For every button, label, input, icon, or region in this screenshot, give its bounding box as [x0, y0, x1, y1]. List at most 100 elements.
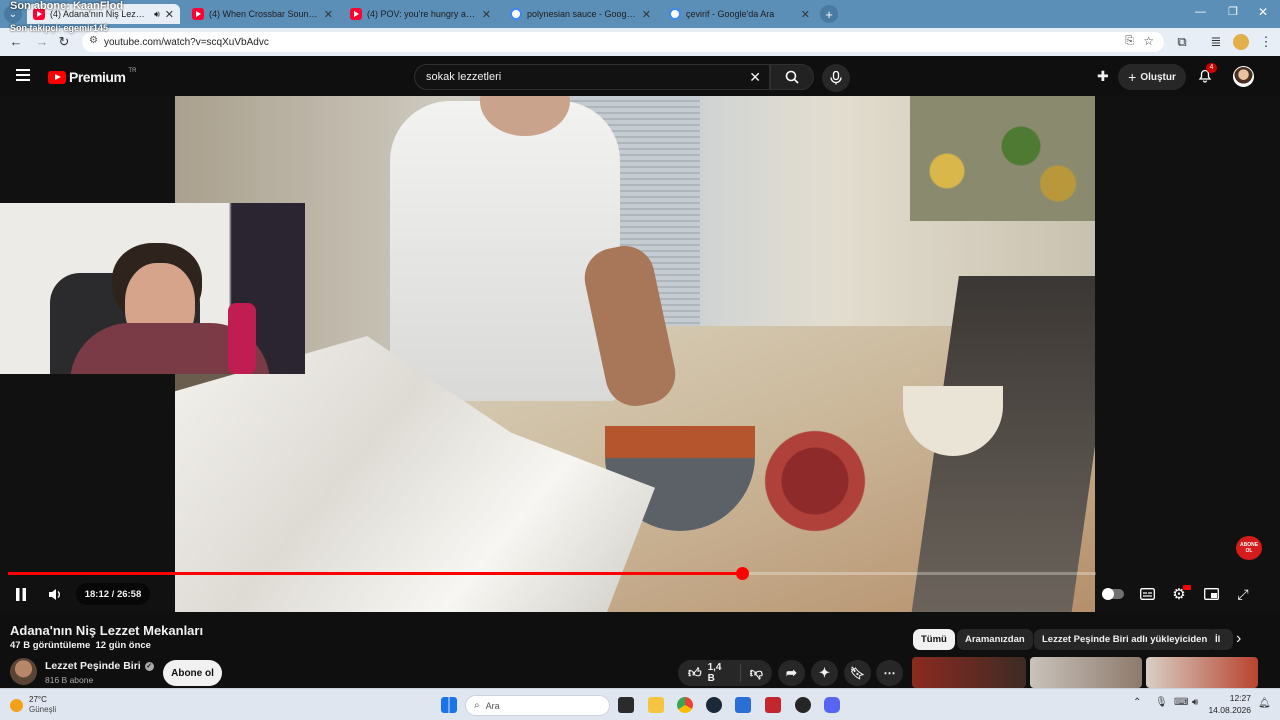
youtube-logo[interactable]: Premium TR: [48, 68, 137, 85]
microphone-icon: [830, 71, 842, 85]
fullscreen-button[interactable]: ⤢: [1231, 583, 1255, 605]
filter-chip[interactable]: Tümü: [913, 629, 955, 650]
dislike-button[interactable]: 👎︎: [741, 665, 772, 681]
filter-chip[interactable]: Lezzet Peşinde Biri adlı yükleyiciden: [1034, 629, 1216, 650]
extensions-icon[interactable]: ⧉: [1174, 34, 1190, 50]
browser-tab[interactable]: polynesian sauce - Google'da Ara ✕: [504, 4, 657, 24]
premium-lite-icon[interactable]: ✚: [1097, 68, 1109, 85]
pause-button[interactable]: [9, 583, 33, 605]
chrome-icon[interactable]: [677, 697, 693, 713]
close-tab-icon[interactable]: ✕: [165, 8, 174, 21]
clock-date[interactable]: 14.08.2026: [1207, 705, 1251, 715]
new-tab-button[interactable]: +: [820, 5, 838, 23]
reload-icon[interactable]: ↻: [56, 34, 72, 50]
recorder-icon[interactable]: [765, 697, 781, 713]
store-icon[interactable]: [735, 697, 751, 713]
save-button[interactable]: 🔖︎: [844, 660, 871, 686]
browser-tab[interactable]: (4) When Crossbar Sounds Bett ✕: [186, 4, 339, 24]
search-button[interactable]: [770, 64, 814, 90]
search-icon: ⌕: [474, 700, 480, 711]
search-icon: [785, 70, 799, 84]
notifications-button[interactable]: 4: [1197, 63, 1217, 83]
progress-played: [8, 572, 742, 575]
site-info-icon[interactable]: ⚙: [89, 35, 98, 46]
search-input[interactable]: sokak lezzetleri ✕: [414, 64, 770, 90]
autoplay-toggle[interactable]: [1101, 583, 1125, 605]
browser-tab[interactable]: (4) POV: you're hungry at 2am ✕: [344, 4, 497, 24]
channel-avatar[interactable]: [10, 658, 37, 685]
account-avatar[interactable]: [1233, 66, 1254, 87]
region-code: TR: [128, 68, 137, 74]
miniplayer-button[interactable]: [1199, 583, 1223, 605]
create-label: Oluştur: [1140, 71, 1176, 83]
settings-button[interactable]: ⚙: [1167, 583, 1191, 605]
share-button[interactable]: ➦: [778, 660, 805, 686]
install-app-icon[interactable]: ⎘: [1125, 35, 1134, 48]
sparkle-icon: ✦: [819, 665, 830, 680]
back-arrow-icon[interactable]: ←: [8, 34, 24, 49]
like-dislike-group: 👍︎ 1,4 B 👎︎: [678, 660, 772, 686]
obs-icon[interactable]: [795, 697, 811, 713]
profile-avatar[interactable]: [1233, 34, 1249, 50]
clock-time[interactable]: 12:27: [1213, 693, 1251, 703]
tray-overflow-icon[interactable]: ⌃: [1133, 697, 1141, 708]
create-button[interactable]: + Oluştur: [1118, 64, 1186, 90]
windows-start-icon[interactable]: [441, 697, 457, 713]
close-tab-icon[interactable]: ✕: [324, 8, 333, 21]
channel-name[interactable]: Lezzet Peşinde Biri ✓: [45, 660, 154, 672]
progress-scrubber[interactable]: [736, 567, 749, 580]
close-window-button[interactable]: ✕: [1258, 5, 1268, 19]
verified-check-icon: ✓: [144, 661, 154, 671]
subscribe-button[interactable]: Abone ol: [163, 660, 222, 686]
plus-icon: +: [1128, 69, 1137, 85]
minimize-button[interactable]: —: [1195, 6, 1206, 18]
discord-icon[interactable]: [824, 697, 840, 713]
bookmark-star-icon[interactable]: ☆: [1143, 34, 1154, 48]
sun-icon: [10, 698, 23, 712]
related-thumbnail-3[interactable]: [1146, 657, 1258, 688]
ask-ai-button[interactable]: ✦: [811, 660, 838, 686]
video-frame[interactable]: [175, 96, 1095, 612]
video-player[interactable]: ABONE OL 18:12 / 26:58 ⚙ ⤢: [0, 96, 1280, 612]
browser-tab[interactable]: çevirif - Google'da Ara ✕: [663, 4, 816, 24]
close-tab-icon[interactable]: ✕: [642, 8, 651, 21]
hamburger-menu-icon[interactable]: [16, 69, 30, 81]
speaker-icon[interactable]: 🔊︎: [1192, 697, 1198, 708]
maximize-button[interactable]: ❐: [1228, 5, 1238, 18]
filter-chip[interactable]: İl: [1207, 629, 1233, 650]
microphone-tray-icon[interactable]: 🎙︎: [1155, 697, 1168, 708]
url-field[interactable]: ⚙ youtube.com/watch?v=scqXuVbAdvc ⎘ ☆: [82, 32, 1164, 52]
chips-next-arrow[interactable]: ›: [1236, 630, 1241, 648]
voice-search-button[interactable]: [822, 64, 850, 92]
task-view-icon[interactable]: [618, 697, 634, 713]
forward-arrow-icon[interactable]: →: [34, 34, 50, 49]
progress-bar[interactable]: [8, 567, 1096, 580]
tab-audio-icon[interactable]: 🔊︎: [154, 9, 160, 20]
volume-button[interactable]: [43, 583, 67, 605]
taskbar-search-placeholder: Ara: [485, 700, 500, 711]
notification-center-icon[interactable]: 🔔︎: [1258, 698, 1271, 709]
more-actions-button[interactable]: ⋯: [876, 660, 903, 686]
notification-count-badge: 4: [1206, 63, 1217, 73]
channel-name-text: Lezzet Peşinde Biri: [45, 660, 141, 672]
related-thumbnail-1[interactable]: [912, 657, 1026, 688]
close-tab-icon[interactable]: ✕: [801, 8, 810, 21]
youtube-header: Premium TR sokak lezzetleri ✕ ✚ + Oluştu…: [0, 56, 1280, 96]
browser-menu-icon[interactable]: ⋮: [1258, 34, 1274, 50]
clear-search-icon[interactable]: ✕: [749, 69, 761, 86]
close-tab-icon[interactable]: ✕: [482, 8, 491, 21]
subtitles-button[interactable]: [1135, 583, 1159, 605]
fullscreen-icon: ⤢: [1237, 585, 1249, 602]
subscribe-watermark[interactable]: ABONE OL: [1236, 536, 1262, 560]
taskbar-search[interactable]: ⌕ Ara: [465, 695, 610, 716]
filter-chip[interactable]: Aramanızdan: [957, 629, 1033, 650]
network-icon[interactable]: ⌨: [1174, 697, 1188, 708]
steam-icon[interactable]: [706, 697, 722, 713]
like-button[interactable]: 👍︎ 1,4 B: [678, 662, 741, 684]
related-thumbnail-2[interactable]: [1030, 657, 1142, 688]
reading-list-icon[interactable]: ≣: [1208, 34, 1224, 50]
browser-tab-title: çevirif - Google'da Ara: [686, 9, 775, 19]
weather-widget[interactable]: 27°C Güneşli: [10, 695, 56, 715]
weather-text: Güneşli: [29, 705, 57, 714]
file-explorer-icon[interactable]: [648, 697, 664, 713]
